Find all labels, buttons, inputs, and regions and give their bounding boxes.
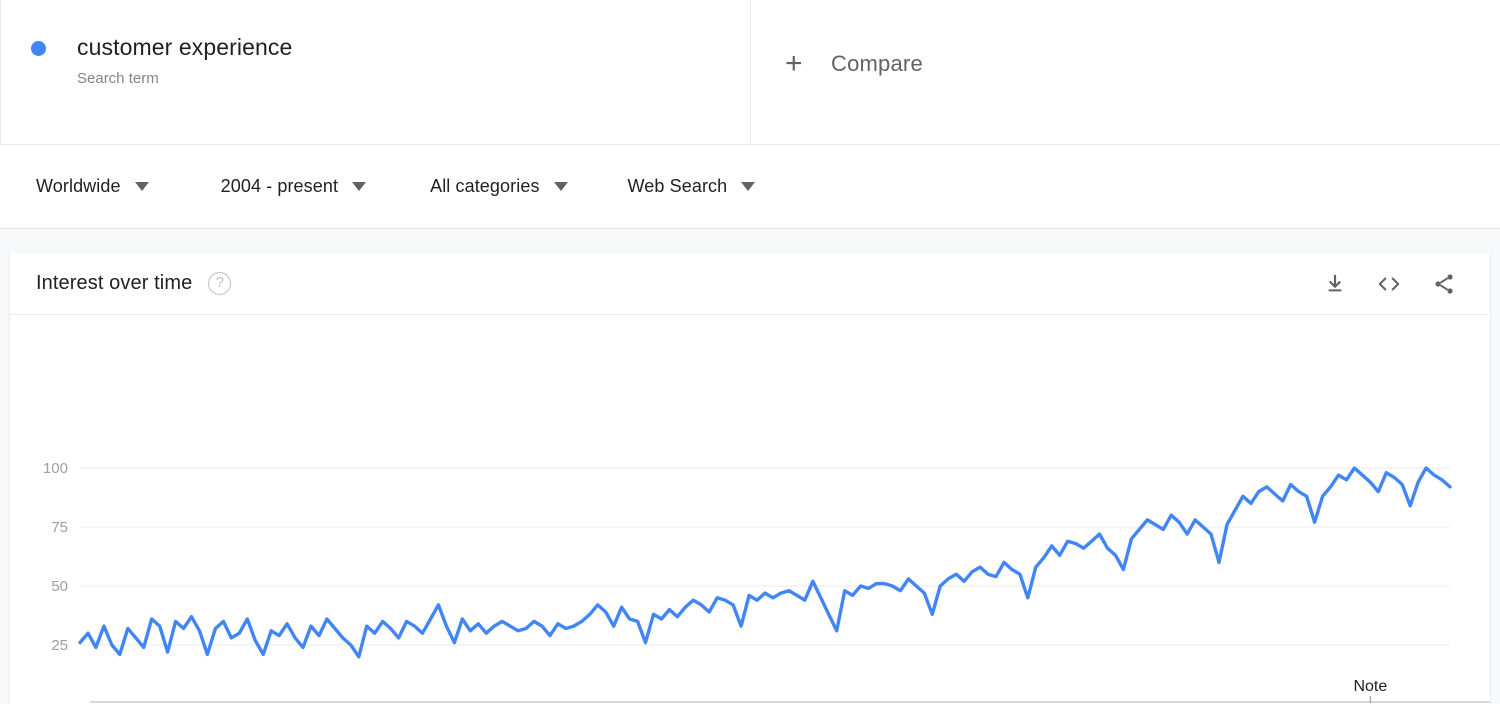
filter-bar: Worldwide 2004 - present All categories …: [0, 145, 1500, 229]
search-term-row: customer experience Search term + Compar…: [0, 0, 1500, 145]
chevron-down-icon: [741, 182, 755, 191]
page-title: Interest over time: [36, 272, 192, 295]
search-term-subtitle: Search term: [77, 68, 292, 90]
search-term-texts: customer experience Search term: [77, 32, 292, 90]
chevron-down-icon: [352, 182, 366, 191]
region-filter[interactable]: Worldwide: [36, 176, 149, 197]
search-term-title: customer experience: [77, 32, 292, 62]
interest-over-time-card: Interest over time ?: [10, 253, 1490, 704]
search-type-filter-label: Web Search: [628, 176, 728, 197]
category-filter-label: All categories: [430, 176, 539, 197]
compare-label: Compare: [831, 48, 923, 80]
chevron-down-icon: [135, 182, 149, 191]
chevron-down-icon: [554, 182, 568, 191]
embed-icon[interactable]: [1376, 273, 1402, 295]
series-color-dot: [31, 41, 46, 56]
search-type-filter[interactable]: Web Search: [628, 176, 756, 197]
svg-text:75: 75: [51, 519, 68, 536]
search-term-card[interactable]: customer experience Search term: [0, 0, 751, 144]
help-icon[interactable]: ?: [208, 272, 231, 295]
compare-button[interactable]: + Compare: [751, 0, 1500, 144]
svg-text:Note: Note: [1353, 678, 1387, 695]
card-header: Interest over time ?: [10, 253, 1490, 315]
time-filter-label: 2004 - present: [221, 176, 338, 197]
time-filter[interactable]: 2004 - present: [221, 176, 366, 197]
plus-icon: +: [785, 48, 815, 80]
share-icon[interactable]: [1432, 272, 1456, 296]
category-filter[interactable]: All categories: [430, 176, 567, 197]
page-body: Interest over time ?: [0, 229, 1500, 704]
svg-text:100: 100: [43, 460, 68, 477]
svg-text:25: 25: [51, 637, 68, 654]
download-icon[interactable]: [1324, 273, 1346, 295]
region-filter-label: Worldwide: [36, 176, 121, 197]
svg-text:50: 50: [51, 578, 68, 595]
chart-area: 100755025Jan 1, 2004May 1, 2008Sep 1, 20…: [10, 315, 1490, 703]
interest-over-time-chart[interactable]: 100755025Jan 1, 2004May 1, 2008Sep 1, 20…: [10, 315, 1490, 703]
